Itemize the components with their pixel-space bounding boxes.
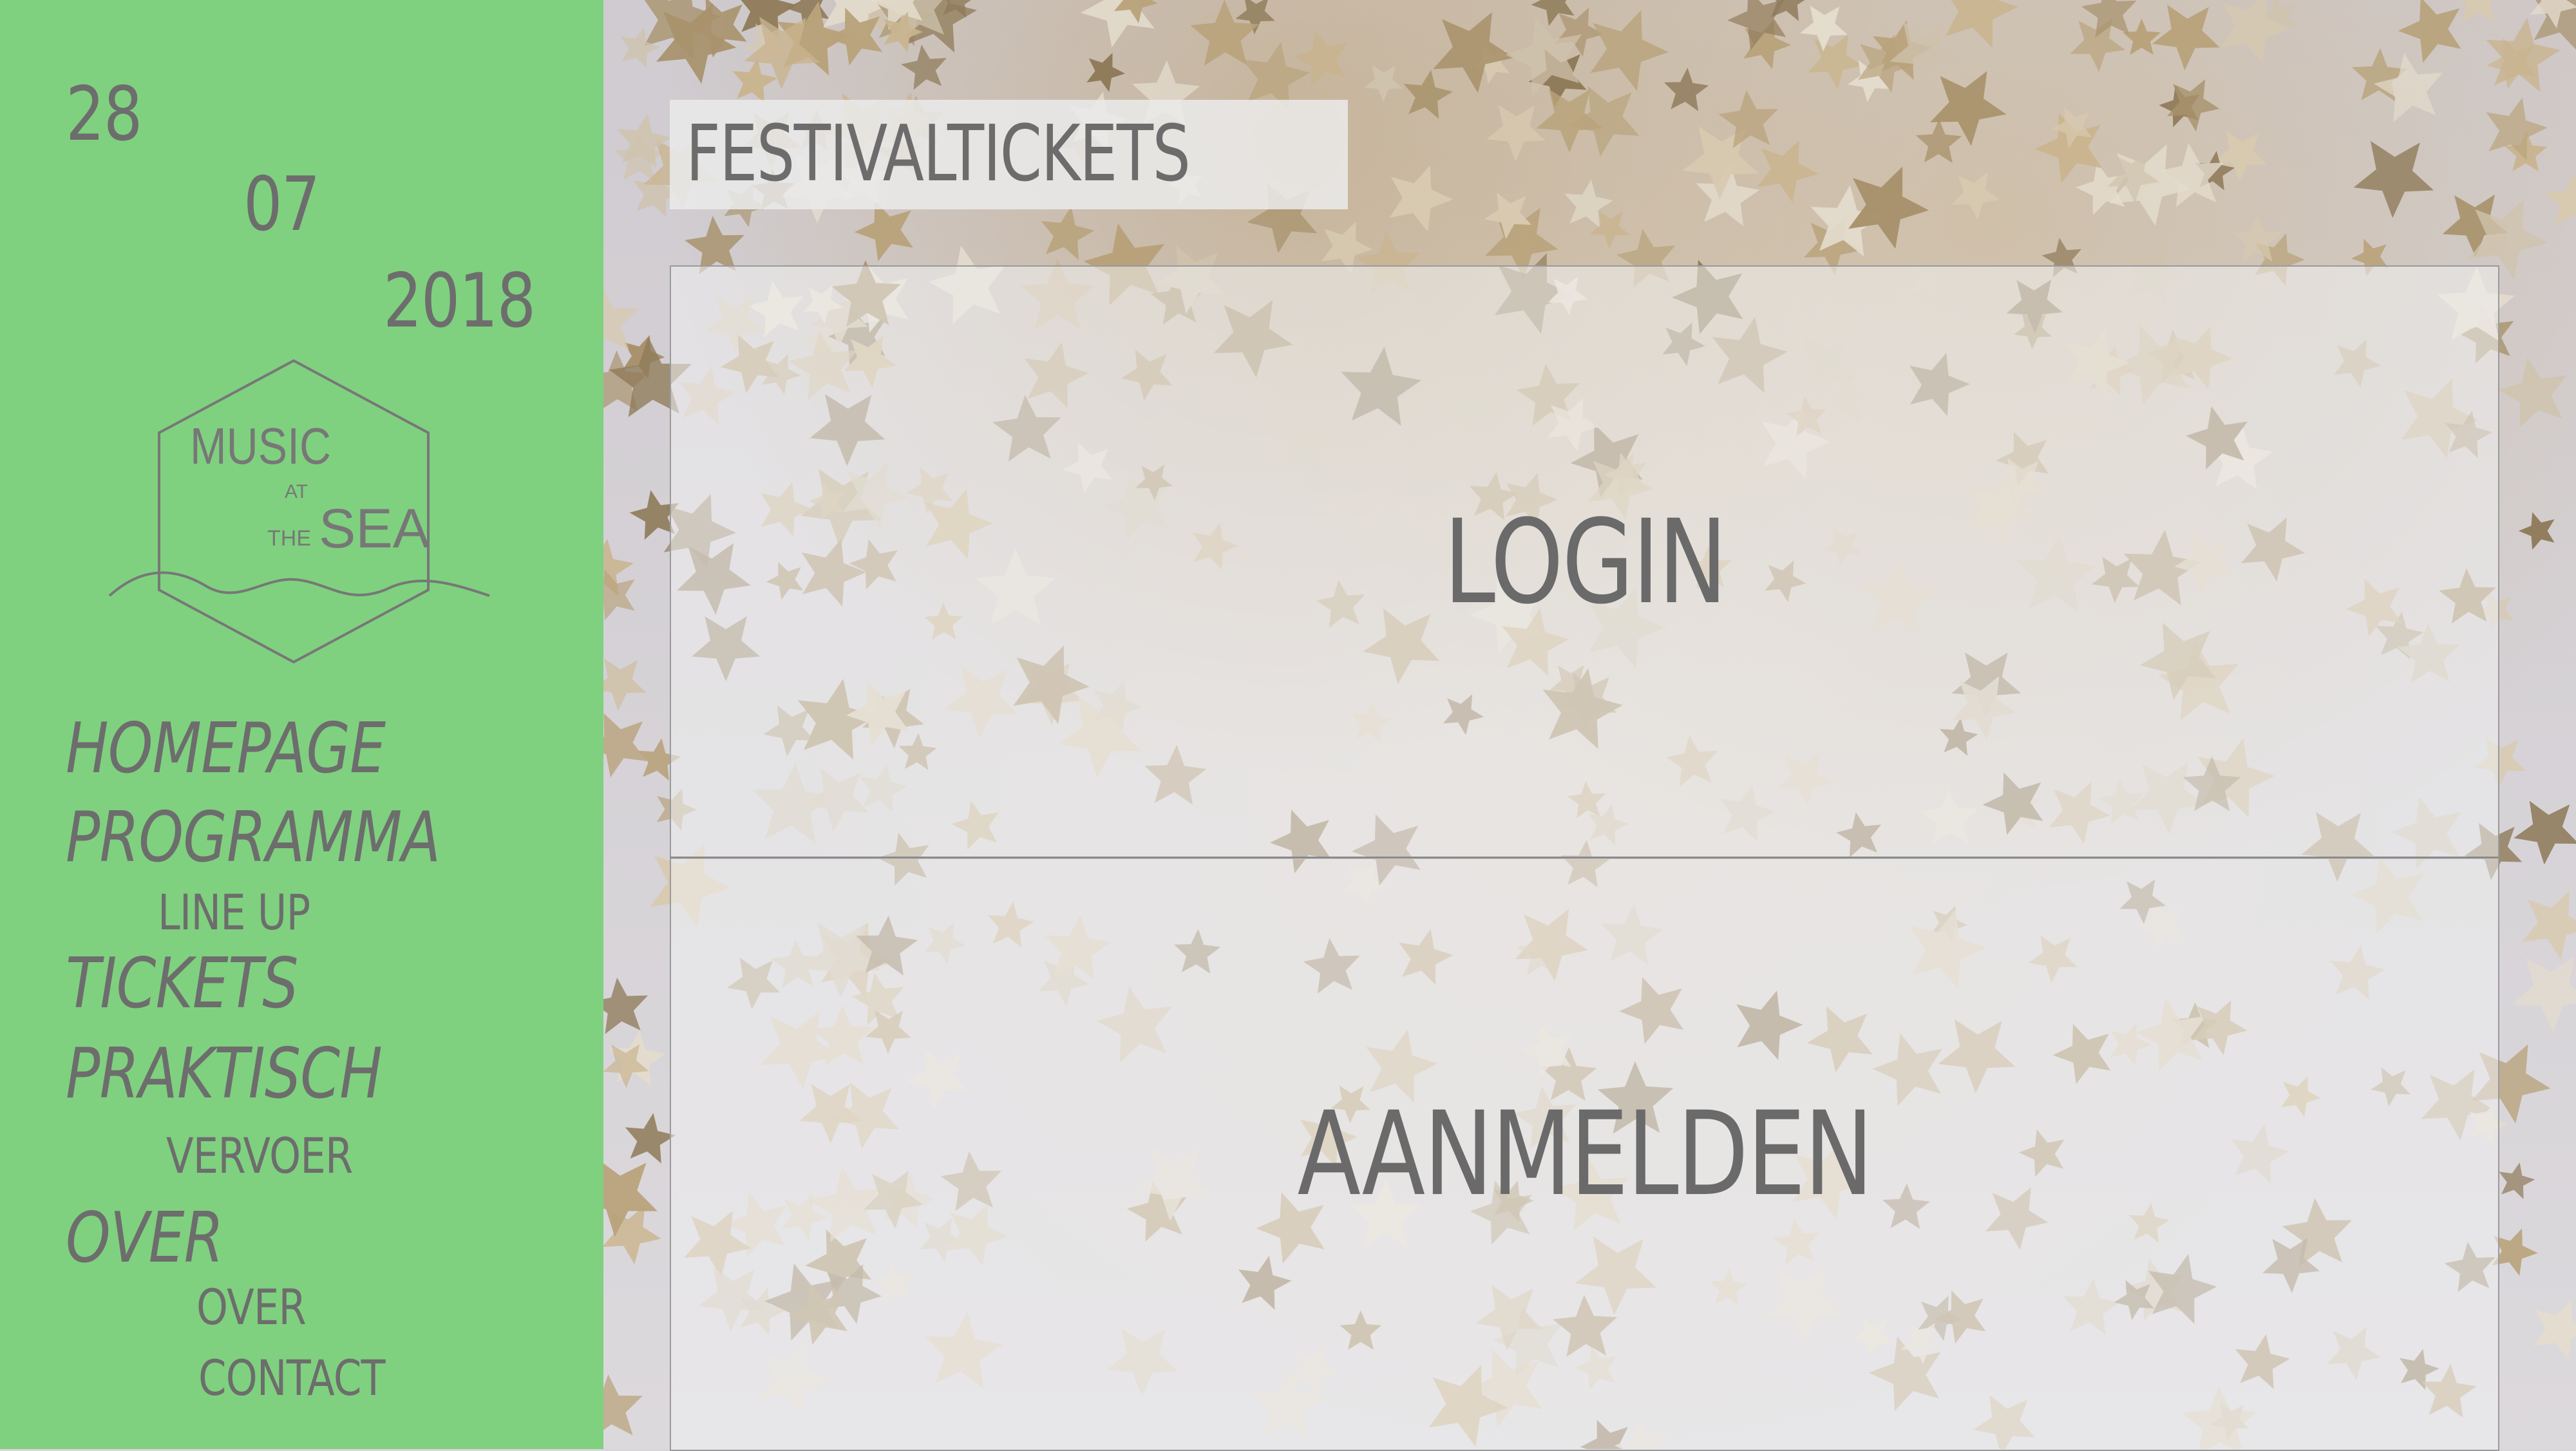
star-confetti-icon <box>1403 70 1453 119</box>
nav-praktisch[interactable]: PRAKTISCH <box>66 1034 383 1114</box>
nav-contact[interactable]: CONTACT <box>198 1349 386 1407</box>
star-confetti-icon <box>1364 65 1403 102</box>
date-year: 2018 <box>383 258 536 345</box>
star-confetti-icon <box>1433 12 1515 93</box>
nav-programma[interactable]: PROGRAMMA <box>66 797 440 878</box>
nav-over[interactable]: OVER <box>66 1198 223 1278</box>
logo-text-at: AT <box>285 481 308 502</box>
star-confetti-icon <box>2166 79 2220 132</box>
logo-text-music: MUSIC <box>190 417 331 475</box>
star-confetti-icon <box>1590 10 1669 91</box>
star-confetti-icon <box>1663 68 1709 111</box>
nav-over-sub[interactable]: OVER <box>196 1278 307 1336</box>
page-title-text: FESTIVALTICKETS <box>686 109 1191 199</box>
star-confetti-icon <box>1915 119 1962 164</box>
date-day: 28 <box>66 71 142 158</box>
star-confetti-icon <box>2122 18 2161 55</box>
star-confetti-icon <box>1942 0 2018 48</box>
star-confetti-icon <box>603 713 647 778</box>
login-button[interactable]: LOGIN <box>670 265 2499 859</box>
nav-homepage[interactable]: HOMEPAGE <box>66 708 386 789</box>
nav-line-up[interactable]: LINE UP <box>158 884 310 941</box>
login-label: LOGIN <box>1443 495 1727 630</box>
sidebar: 28 07 2018 MUSIC AT THE SEA HOMEPAGE PRO… <box>0 0 603 1449</box>
star-confetti-icon <box>1293 30 1348 86</box>
nav-vervoer[interactable]: VERVOER <box>166 1127 353 1184</box>
star-confetti-icon <box>2512 956 2576 1032</box>
star-confetti-icon <box>2545 173 2576 227</box>
star-confetti-icon <box>1951 172 2000 220</box>
register-button[interactable]: AANMELDEN <box>670 857 2499 1451</box>
star-confetti-icon <box>2497 357 2567 428</box>
star-confetti-icon <box>2152 5 2220 70</box>
date-month: 07 <box>243 161 320 248</box>
nav-tickets[interactable]: TICKETS <box>66 944 298 1024</box>
star-confetti-icon <box>1041 206 1095 260</box>
star-confetti-icon <box>2499 1162 2535 1199</box>
page-title: FESTIVALTICKETS <box>670 100 1349 209</box>
star-confetti-icon <box>2522 891 2576 960</box>
star-confetti-icon <box>2533 1299 2576 1360</box>
star-confetti-icon <box>1757 140 1819 203</box>
star-confetti-icon <box>2451 0 2503 23</box>
register-label: AANMELDEN <box>1297 1086 1873 1222</box>
star-confetti-icon <box>603 1374 643 1438</box>
festival-logo[interactable]: MUSIC AT THE SEA <box>103 354 515 676</box>
star-confetti-icon <box>603 977 649 1034</box>
star-confetti-icon <box>1389 166 1454 232</box>
hexagon-wave-logo-icon: MUSIC AT THE SEA <box>108 359 490 664</box>
logo-text-the: THE <box>267 526 311 551</box>
star-confetti-icon <box>1086 52 1126 92</box>
star-confetti-icon <box>2353 140 2434 218</box>
star-confetti-icon <box>2518 512 2555 550</box>
logo-text-sea: SEA <box>319 498 430 560</box>
star-confetti-icon <box>603 658 647 711</box>
